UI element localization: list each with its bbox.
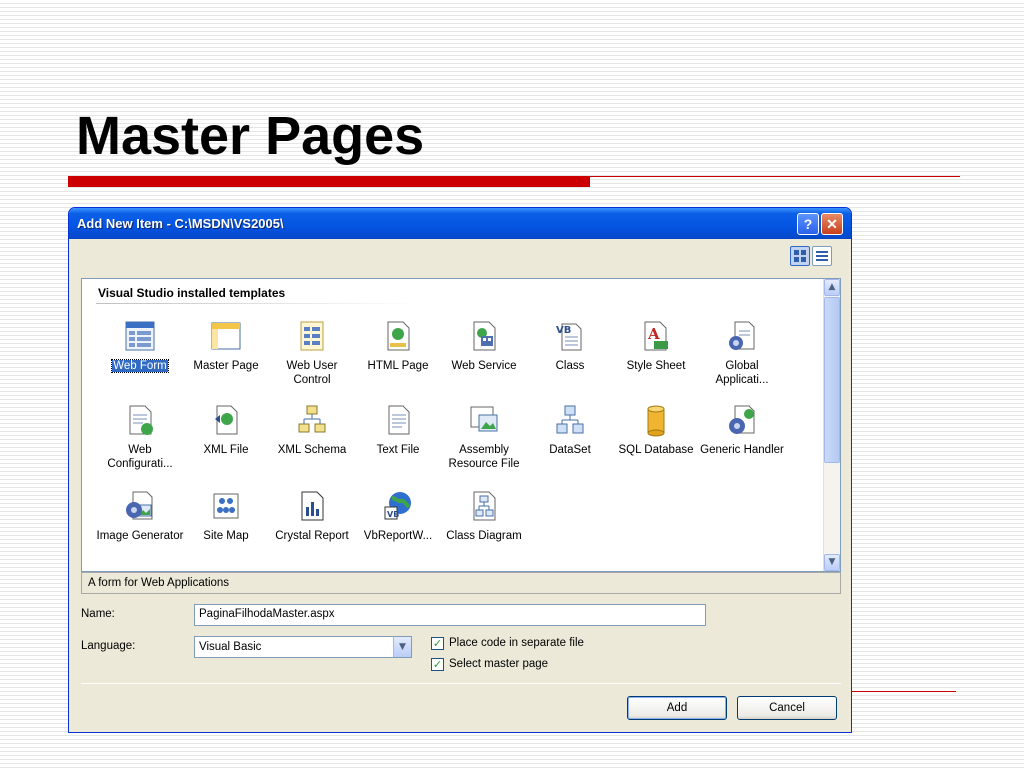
name-input[interactable]: PaginaFilhodaMaster.aspx (194, 604, 706, 626)
template-dataset[interactable]: DataSet (526, 403, 614, 485)
template-xml-file[interactable]: XML File (182, 403, 270, 485)
template-label: Crystal Report (275, 530, 349, 542)
assembly-resource-file-icon (470, 406, 498, 432)
slide-title: Master Pages (76, 106, 425, 166)
template-class[interactable]: VB Class (526, 319, 614, 401)
template-assembly-resource-file[interactable]: Assembly Resource File (440, 403, 528, 485)
template-label: XML Schema (277, 444, 347, 456)
template-label: Generic Handler (700, 444, 784, 456)
group-label: Visual Studio installed templates (98, 286, 286, 300)
language-label: Language: (81, 640, 136, 652)
template-report-wizard[interactable]: VB VbReportW... (354, 489, 442, 571)
template-label: Global Applicati... (715, 360, 769, 386)
template-label: Class (555, 360, 585, 372)
template-label: Master Page (193, 360, 259, 372)
cancel-button[interactable]: Cancel (737, 696, 837, 720)
add-new-item-dialog: Add New Item - C:\MSDN\VS2005\ ? ✕ Visua… (68, 207, 852, 733)
template-web-service[interactable]: Web Service (440, 319, 528, 401)
template-site-map[interactable]: Site Map (182, 489, 270, 571)
add-button[interactable]: Add (627, 696, 727, 720)
large-icons-view-button[interactable] (790, 246, 810, 266)
template-label: XML File (203, 444, 249, 456)
separate-file-label[interactable]: Place code in separate file (449, 637, 584, 649)
web-configuration-icon (129, 405, 153, 435)
title-underline-bar (68, 176, 590, 187)
template-label: Web Form (111, 359, 169, 373)
template-label: Web Service (451, 360, 517, 372)
template-generic-handler[interactable]: Generic Handler (698, 403, 786, 485)
template-label: DataSet (549, 444, 591, 456)
master-page-label[interactable]: Select master page (449, 658, 548, 670)
web-service-icon (473, 321, 496, 351)
close-button[interactable]: ✕ (821, 213, 843, 235)
template-sql-database[interactable]: SQL Database (612, 403, 700, 485)
generic-handler-icon (729, 405, 755, 434)
html-page-icon (387, 321, 410, 351)
template-image-generator[interactable]: Image Generator (96, 489, 184, 571)
template-global-application[interactable]: Global Applicati... (698, 319, 786, 401)
crystal-report-icon (301, 491, 324, 521)
help-button[interactable]: ? (797, 213, 819, 235)
dialog-titlebar[interactable]: Add New Item - C:\MSDN\VS2005\ ? ✕ (69, 208, 851, 239)
template-text-file[interactable]: Text File (354, 403, 442, 485)
description-text: A form for Web Applications (88, 577, 230, 589)
template-label: Web User Control (286, 360, 338, 386)
template-style-sheet[interactable]: A Style Sheet (612, 319, 700, 401)
dialog-title: Add New Item - C:\MSDN\VS2005\ (77, 216, 284, 231)
web-user-control-icon (300, 321, 324, 351)
scroll-down-icon[interactable]: ▼ (824, 554, 840, 571)
text-file-icon (388, 405, 410, 435)
template-master-page[interactable]: Master Page (182, 319, 270, 401)
report-wizard-icon: VB (384, 492, 411, 520)
chevron-down-icon[interactable]: ▼ (393, 637, 411, 657)
template-label: Style Sheet (626, 360, 686, 372)
template-web-form[interactable]: Web Form (96, 319, 184, 401)
image-generator-icon (126, 491, 153, 520)
name-label: Name: (81, 608, 115, 620)
master-page-icon (211, 322, 241, 350)
template-xml-schema[interactable]: XML Schema (268, 403, 356, 485)
scrollbar-thumb[interactable] (824, 297, 840, 463)
site-map-icon (213, 493, 239, 519)
separate-file-checkbox[interactable]: ✓ (431, 637, 444, 650)
template-label: Class Diagram (446, 530, 522, 542)
templates-scrollbar[interactable]: ▲ ▼ (823, 279, 840, 571)
button-divider (81, 683, 841, 684)
language-select[interactable]: Visual Basic ▼ (194, 636, 412, 658)
class-diagram-icon (473, 491, 496, 521)
global-application-icon (729, 321, 755, 350)
svg-text:VB: VB (387, 510, 399, 519)
template-label: SQL Database (618, 444, 694, 456)
language-value: Visual Basic (199, 641, 262, 653)
dataset-icon (556, 405, 584, 434)
description-bar: A form for Web Applications (81, 572, 841, 594)
small-icons-view-button[interactable] (812, 246, 832, 266)
templates-list[interactable]: Visual Studio installed templates Web Fo… (81, 278, 841, 572)
class-icon: VB (556, 323, 582, 351)
template-label: Web Configurati... (107, 444, 173, 470)
master-page-checkbox[interactable]: ✓ (431, 658, 444, 671)
web-form-icon (125, 321, 155, 351)
template-label: Image Generator (96, 530, 184, 542)
template-label: Assembly Resource File (448, 444, 520, 470)
decorative-rule (848, 691, 956, 692)
template-label: HTML Page (367, 360, 429, 372)
xml-schema-icon (298, 405, 326, 433)
style-sheet-icon: A (644, 321, 668, 351)
template-web-configuration[interactable]: Web Configurati... (96, 403, 184, 485)
template-label: Site Map (203, 530, 249, 542)
template-html-page[interactable]: HTML Page (354, 319, 442, 401)
svg-text:A: A (647, 325, 660, 343)
group-divider (96, 303, 416, 304)
template-label: Text File (376, 444, 420, 456)
template-label: VbReportW... (363, 530, 433, 542)
template-class-diagram[interactable]: Class Diagram (440, 489, 528, 571)
template-web-user-control[interactable]: Web User Control (268, 319, 356, 401)
title-underline-rule (590, 176, 960, 177)
scroll-up-icon[interactable]: ▲ (824, 279, 840, 296)
xml-file-icon (215, 405, 238, 435)
sql-database-icon (647, 405, 665, 437)
template-crystal-report[interactable]: Crystal Report (268, 489, 356, 571)
svg-text:VB: VB (556, 325, 571, 336)
